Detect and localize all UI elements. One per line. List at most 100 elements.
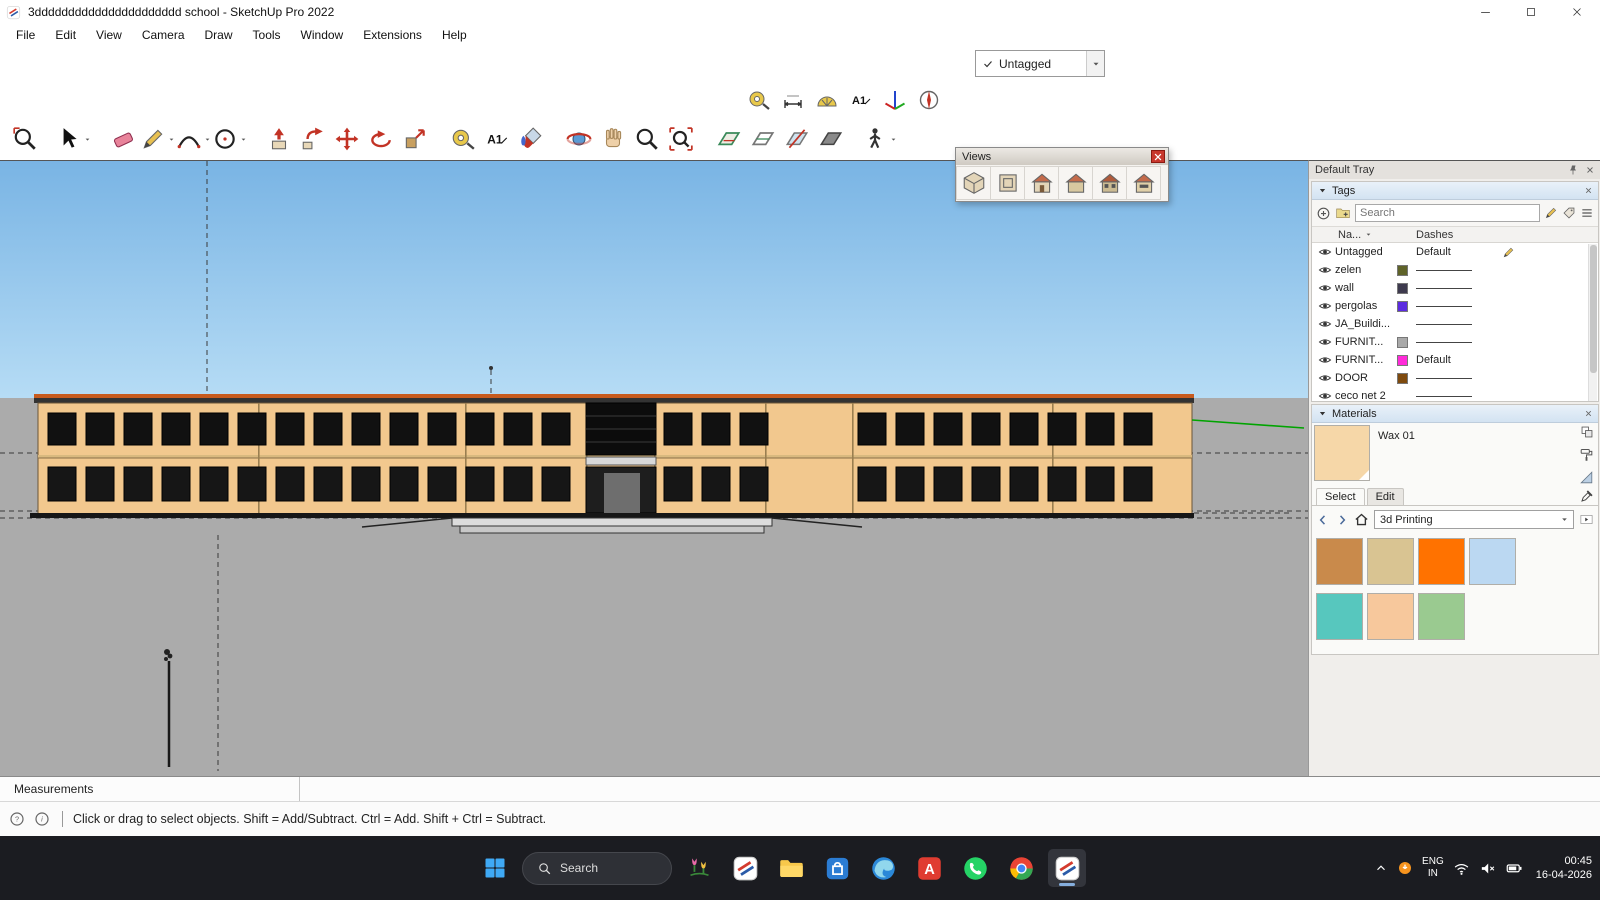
chevron-down-icon[interactable] xyxy=(238,135,248,144)
material-preview[interactable] xyxy=(1314,425,1370,481)
shapes-tool-button[interactable] xyxy=(212,122,248,156)
visibility-eye-icon[interactable] xyxy=(1315,371,1335,385)
info-icon[interactable]: i xyxy=(34,811,50,827)
view-back-button[interactable] xyxy=(1092,166,1127,200)
zoom-window-tool-button[interactable] xyxy=(8,122,42,156)
tag-row[interactable]: DOOR xyxy=(1312,369,1598,387)
details-arrow-icon[interactable] xyxy=(1579,512,1594,527)
minimize-button[interactable] xyxy=(1462,0,1508,24)
select-tool-button[interactable] xyxy=(56,122,92,156)
language-indicator[interactable]: ENG IN xyxy=(1422,856,1444,880)
tag-dashes[interactable] xyxy=(1416,270,1496,271)
dimension-tool-button[interactable] xyxy=(776,83,810,117)
material-swatch[interactable] xyxy=(1469,538,1516,585)
tags-scrollbar[interactable] xyxy=(1588,244,1597,401)
tape-measure-tool-button[interactable] xyxy=(446,122,480,156)
chevron-down-icon[interactable] xyxy=(82,135,92,144)
store-icon[interactable] xyxy=(818,849,856,887)
tag-dashes[interactable] xyxy=(1416,288,1496,289)
collapse-icon[interactable] xyxy=(1318,186,1327,195)
tag-color-swatch[interactable] xyxy=(1397,355,1408,366)
tag-color-swatch[interactable] xyxy=(1397,301,1408,312)
column-header-dashes[interactable]: Dashes xyxy=(1416,229,1453,241)
tag-dashes[interactable] xyxy=(1416,396,1496,397)
tag-row[interactable]: JA_Buildi... xyxy=(1312,315,1598,333)
menu-help[interactable]: Help xyxy=(432,25,477,45)
sketchup-active-icon[interactable] xyxy=(1048,849,1086,887)
zoom-tool-button[interactable] xyxy=(630,122,664,156)
tag-row[interactable]: ceco net 2 xyxy=(1312,387,1598,401)
scrollbar-thumb[interactable] xyxy=(1590,245,1597,373)
scale-tool-button[interactable] xyxy=(398,122,432,156)
menu-view[interactable]: View xyxy=(86,25,132,45)
tag-row[interactable]: FURNIT...Default xyxy=(1312,351,1598,369)
tags-search-input[interactable] xyxy=(1355,204,1540,222)
measurements-value[interactable] xyxy=(300,777,1600,801)
edge-icon[interactable] xyxy=(864,849,902,887)
move-tool-button[interactable] xyxy=(330,122,364,156)
visibility-eye-icon[interactable] xyxy=(1315,281,1335,295)
help-icon[interactable]: ? xyxy=(9,811,25,827)
sketchup-icon[interactable] xyxy=(726,849,764,887)
texture-icon[interactable] xyxy=(1579,470,1594,485)
chrome-icon[interactable] xyxy=(1002,849,1040,887)
views-palette-titlebar[interactable]: Views xyxy=(956,148,1168,165)
add-tag-folder-icon[interactable] xyxy=(1335,205,1351,221)
orbit-tool-button[interactable] xyxy=(562,122,596,156)
view-top-button[interactable] xyxy=(990,166,1025,200)
tag-color-swatch[interactable] xyxy=(1397,337,1408,348)
axes-tool-button[interactable] xyxy=(878,83,912,117)
visibility-eye-icon[interactable] xyxy=(1315,353,1335,367)
tag-color-swatch[interactable] xyxy=(1397,283,1408,294)
tab-edit[interactable]: Edit xyxy=(1367,488,1404,505)
battery-icon[interactable] xyxy=(1505,859,1523,877)
rotate-tool-button[interactable] xyxy=(364,122,398,156)
arc-tool-button[interactable] xyxy=(176,122,212,156)
tab-select[interactable]: Select xyxy=(1316,488,1365,505)
section-fill-tool-button[interactable] xyxy=(814,122,848,156)
materials-close-icon[interactable] xyxy=(1583,408,1594,419)
in-model-icon[interactable] xyxy=(1354,512,1369,527)
section-cut-tool-button[interactable] xyxy=(780,122,814,156)
visibility-eye-icon[interactable] xyxy=(1315,263,1335,277)
view-front-button[interactable] xyxy=(1024,166,1059,200)
tag-row[interactable]: UntaggedDefault xyxy=(1312,243,1598,261)
widgets-icon[interactable] xyxy=(680,849,718,887)
wifi-icon[interactable] xyxy=(1453,860,1470,877)
menu-draw[interactable]: Draw xyxy=(195,25,243,45)
paint-tool-button[interactable] xyxy=(514,122,548,156)
taskbar-search[interactable]: Search xyxy=(522,852,672,885)
tag-row[interactable]: pergolas xyxy=(1312,297,1598,315)
pencil-tool-button[interactable] xyxy=(140,122,176,156)
whatsapp-icon[interactable] xyxy=(956,849,994,887)
section-plane-tool-button[interactable] xyxy=(712,122,746,156)
tag-dashes[interactable] xyxy=(1416,378,1496,379)
menu-edit[interactable]: Edit xyxy=(45,25,86,45)
secondary-pane-icon[interactable] xyxy=(1580,425,1594,439)
tag-color-swatch[interactable] xyxy=(1397,265,1408,276)
clock[interactable]: 00:45 16-04-2026 xyxy=(1536,854,1592,882)
tag-row[interactable]: zelen xyxy=(1312,261,1598,279)
collapse-icon[interactable] xyxy=(1318,409,1327,418)
followme-tool-button[interactable] xyxy=(296,122,330,156)
collection-dropdown[interactable]: 3d Printing xyxy=(1374,510,1574,529)
tag-dashes[interactable] xyxy=(1416,324,1496,325)
tray-chevron-icon[interactable] xyxy=(1374,861,1388,875)
viewport-canvas[interactable] xyxy=(0,160,1308,776)
visibility-eye-icon[interactable] xyxy=(1315,389,1335,401)
details-icon[interactable] xyxy=(1580,206,1594,220)
tags-close-icon[interactable] xyxy=(1583,185,1594,196)
material-swatch[interactable] xyxy=(1367,538,1414,585)
material-swatch[interactable] xyxy=(1316,593,1363,640)
north-tool-button[interactable] xyxy=(912,83,946,117)
tag-row[interactable]: FURNIT... xyxy=(1312,333,1598,351)
tray-app-icon[interactable] xyxy=(1397,860,1413,876)
pencil-icon[interactable] xyxy=(1502,246,1515,259)
tape-measure-tool-button[interactable] xyxy=(742,83,776,117)
tag-icon[interactable] xyxy=(1562,206,1576,220)
views-close-button[interactable] xyxy=(1151,150,1165,163)
visibility-eye-icon[interactable] xyxy=(1315,317,1335,331)
menu-extensions[interactable]: Extensions xyxy=(353,25,432,45)
visibility-eye-icon[interactable] xyxy=(1315,245,1335,259)
material-swatch[interactable] xyxy=(1367,593,1414,640)
